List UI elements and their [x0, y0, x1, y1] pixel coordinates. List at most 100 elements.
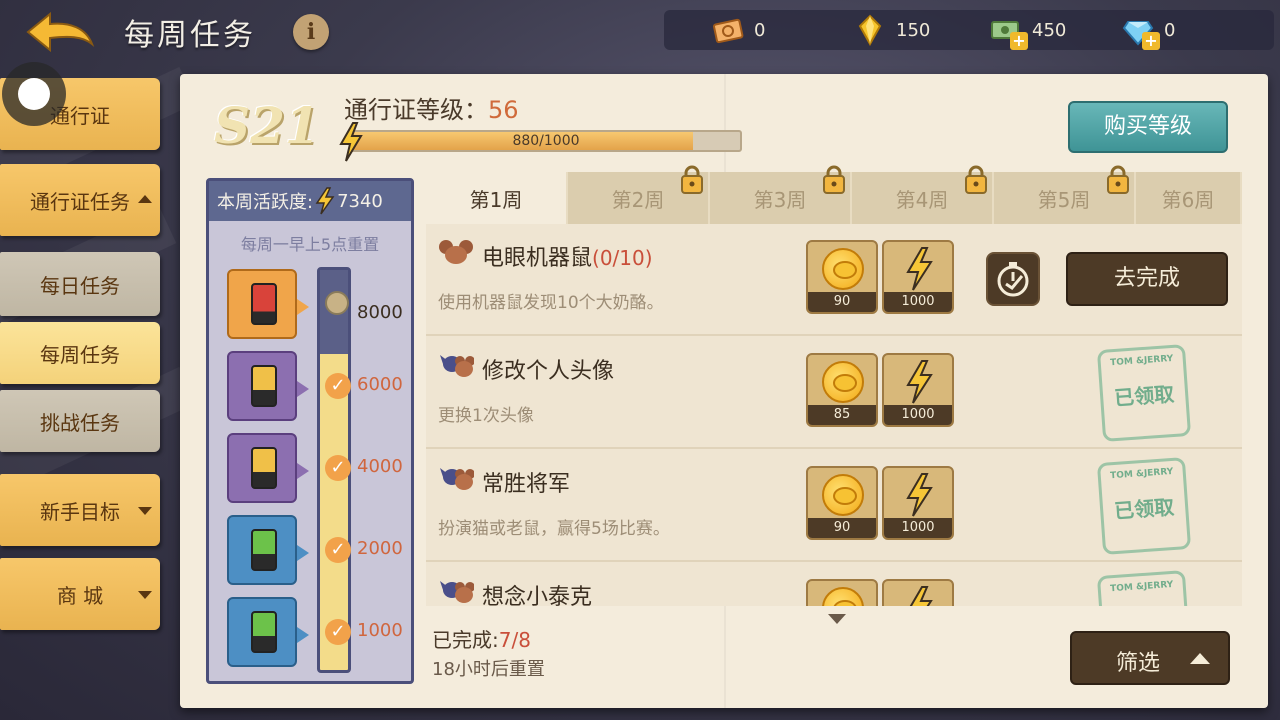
milestone-value: 6000: [357, 374, 403, 395]
task-list[interactable]: 电眼机器鼠(0/10) 使用机器鼠发现10个大奶酪。 90 1000 去完成 修…: [426, 224, 1242, 606]
info-icon[interactable]: i: [293, 14, 329, 50]
completed-label: 已完成:: [432, 628, 499, 652]
milestone-value: 4000: [357, 456, 403, 477]
task-row: 修改个人头像 更换1次头像 85 1000 TOM &JERRY 已领取: [426, 337, 1242, 449]
page-title: 每周任务: [124, 18, 256, 53]
cash-icon[interactable]: +: [990, 14, 1028, 50]
go-complete-button[interactable]: 去完成: [1066, 252, 1228, 306]
sidebar-item-newbie-goals[interactable]: 新手目标: [0, 474, 160, 546]
sidebar-item-challenge-tasks[interactable]: 挑战任务: [0, 390, 160, 452]
coin-icon: [822, 248, 864, 290]
battery-yellow-icon: [251, 447, 277, 489]
check-icon: ✓: [325, 455, 351, 481]
energy-reward[interactable]: 1000: [882, 353, 954, 427]
task-title: 电眼机器鼠(0/10): [482, 240, 653, 272]
reset-timer: 18小时后重置: [432, 659, 545, 680]
filter-button[interactable]: 筛选: [1070, 631, 1230, 685]
chevron-down-icon: [138, 507, 152, 515]
sidebar-item-shop[interactable]: 商 城: [0, 558, 160, 630]
check-icon: ✓: [325, 619, 351, 645]
tab-week-4[interactable]: 第4周: [852, 165, 994, 224]
back-arrow-icon[interactable]: [24, 10, 96, 54]
milestone-value: 8000: [357, 301, 403, 323]
task-title-text: 电眼机器鼠: [482, 246, 593, 271]
lock-icon: [965, 165, 987, 194]
milestone-value: 1000: [357, 620, 403, 641]
currency-diamond[interactable]: + 0: [1122, 10, 1175, 50]
task-row: 想念小泰克 TOM &JERRY: [426, 563, 1242, 606]
sidebar-item-label: 新手目标: [40, 499, 120, 524]
chevron-down-icon: [138, 591, 152, 599]
mouse-head-icon: [439, 240, 473, 264]
energy-reward[interactable]: 1000: [882, 466, 954, 540]
cat-mouse-icon: [440, 355, 474, 377]
tab-label: 第1周: [469, 187, 523, 212]
task-title-text: 常胜将军: [482, 472, 571, 497]
currency-cash[interactable]: + 450: [990, 10, 1066, 50]
task-description: 扮演猫或老鼠，赢得5场比赛。: [438, 519, 670, 539]
claimed-stamp: TOM &JERRY 已领取: [1096, 344, 1192, 442]
task-description: 更换1次头像: [438, 406, 534, 426]
tab-label: 第4周: [895, 187, 949, 212]
battery-green-icon: [251, 529, 277, 571]
lock-icon: [823, 165, 845, 194]
coin-icon: [822, 587, 864, 606]
milestone-marker-pending: [325, 291, 349, 315]
tab-week-3[interactable]: 第3周: [710, 165, 852, 224]
sidebar-item-label: 每周任务: [40, 342, 120, 367]
task-progress: (0/10): [592, 246, 653, 270]
milestone-reward-8000[interactable]: [227, 269, 309, 339]
claimed-stamp: TOM &JERRY 已领取: [1096, 457, 1192, 555]
check-icon: ✓: [325, 373, 351, 399]
activity-label: 本周活跃度:: [217, 192, 314, 213]
tab-week-2[interactable]: 第2周: [568, 165, 710, 224]
battery-red-icon: [251, 283, 277, 325]
floating-assistive-button[interactable]: [2, 62, 66, 126]
tab-week-5[interactable]: 第5周: [994, 165, 1136, 224]
tab-week-1[interactable]: 第1周: [426, 172, 568, 224]
milestone-reward-2000[interactable]: [227, 515, 309, 585]
currency-cash-value: 450: [1032, 19, 1067, 41]
stamp-brand: TOM &JERRY: [1109, 353, 1174, 369]
buy-level-button[interactable]: 购买等级: [1068, 101, 1228, 153]
tab-label: 第6周: [1161, 187, 1215, 212]
add-diamond-icon[interactable]: +: [1142, 32, 1160, 50]
coin-reward[interactable]: 90: [806, 466, 878, 540]
battery-yellow-icon: [251, 365, 277, 407]
milestone-reward-1000[interactable]: [227, 597, 309, 667]
add-cash-icon[interactable]: +: [1010, 32, 1028, 50]
lightning-icon: [339, 122, 363, 162]
task-row: 常胜将军 扮演猫或老鼠，赢得5场比赛。 90 1000 TOM &JERRY 已领…: [426, 450, 1242, 562]
milestone-reward-6000[interactable]: [227, 351, 309, 421]
activity-header: 本周活跃度: 7340: [209, 181, 411, 221]
lock-icon: [681, 165, 703, 194]
currency-ticket: 0: [712, 10, 765, 50]
sidebar-item-pass-tasks[interactable]: 通行证任务: [0, 164, 160, 236]
sidebar-item-weekly-tasks[interactable]: 每周任务: [0, 322, 160, 384]
coin-reward[interactable]: 90: [806, 240, 878, 314]
speed-up-button[interactable]: [986, 252, 1040, 306]
scroll-down-icon[interactable]: [828, 614, 846, 624]
stamp-brand: TOM &JERRY: [1109, 466, 1174, 482]
task-title-text: 修改个人头像: [482, 359, 615, 384]
sidebar-item-daily-tasks[interactable]: 每日任务: [0, 252, 160, 316]
tab-week-6[interactable]: 第6周: [1136, 172, 1242, 224]
currency-diamond-value: 0: [1164, 19, 1176, 41]
coin-reward[interactable]: 85: [806, 353, 878, 427]
coin-reward[interactable]: [806, 579, 878, 606]
lightning-icon: [315, 187, 335, 215]
xp-progress-text: 880/1000: [512, 133, 580, 149]
energy-reward[interactable]: 1000: [882, 240, 954, 314]
diamond-icon[interactable]: +: [1122, 14, 1160, 50]
sidebar-item-label: 每日任务: [40, 273, 120, 298]
battery-green-icon: [251, 611, 277, 653]
task-title: 常胜将军: [482, 466, 570, 498]
milestone-reward-4000[interactable]: [227, 433, 309, 503]
lightning-icon: [906, 360, 933, 404]
sidebar-item-label: 挑战任务: [40, 410, 120, 435]
energy-reward[interactable]: [882, 579, 954, 606]
sidebar-item-label: 通行证任务: [30, 189, 130, 214]
milestone-value: 2000: [357, 538, 403, 559]
season-badge: S21: [214, 96, 320, 155]
pass-level-value: 56: [488, 96, 519, 124]
